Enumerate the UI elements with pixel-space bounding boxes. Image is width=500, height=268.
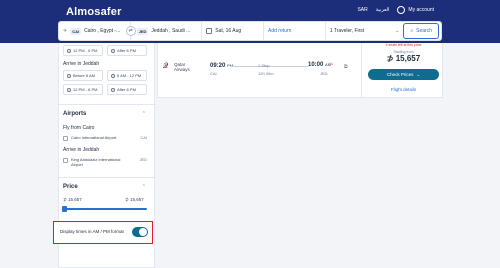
- plane-takeoff-icon: ✈: [63, 28, 68, 34]
- section-divider: [59, 104, 156, 105]
- calendar-icon: [206, 28, 213, 34]
- search-icon: ⌕: [410, 28, 414, 34]
- airport-code: JED: [139, 157, 147, 162]
- sun-icon: [67, 48, 71, 53]
- price-panel: 4 seats left at this price Starting from…: [361, 43, 444, 98]
- time-chip-label: 12 PM - 6 PM: [73, 87, 98, 92]
- moon-icon: [111, 48, 115, 53]
- currency-selector[interactable]: SAR: [357, 7, 367, 13]
- chevron-up-icon[interactable]: ⌃: [142, 184, 146, 190]
- airports-heading: Airports: [63, 111, 87, 117]
- arrive-time-chip[interactable]: 6 AM - 12 PM: [107, 70, 147, 81]
- departure-date-field[interactable]: Sat, 16 Aug: [202, 22, 264, 40]
- moon-icon: [111, 87, 115, 92]
- time-chip-label: Before 6 AM: [73, 73, 96, 78]
- luggage-icon: ⧉: [344, 64, 348, 70]
- time-chip-label: After 6 PM: [117, 48, 136, 53]
- origin-field[interactable]: ✈ CAI Cairo , Egypt -...: [59, 22, 131, 40]
- flight-duration: 12h 40m: [258, 71, 274, 76]
- ampm-toggle-switch[interactable]: [132, 227, 148, 237]
- section-divider: [59, 177, 156, 178]
- departure-time-value: 09:20: [210, 63, 226, 69]
- arrive-in-label: Arrive in Jeddah: [63, 147, 100, 153]
- arrive-time-chip[interactable]: Before 6 AM: [63, 70, 103, 81]
- origin-code: CAI: [70, 27, 82, 35]
- time-chip-label: 6 AM - 12 PM: [117, 73, 142, 78]
- fly-from-label: Fly from Cairo: [63, 125, 95, 131]
- almosafer-logo[interactable]: Almosafer: [66, 6, 122, 18]
- destination-field[interactable]: JED Jeddah , Saudi ...: [131, 22, 203, 40]
- arrival-time: 10:00 AM: [308, 62, 331, 68]
- arrive-times-row-1: Before 6 AM 6 AM - 12 PM: [63, 70, 147, 81]
- price-heading: Price: [63, 184, 78, 190]
- depart-times-row: 12 PM - 6 PM After 6 PM: [63, 45, 147, 56]
- arrive-time-chip[interactable]: 12 PM - 6 PM: [63, 84, 103, 95]
- airport-code: CAI: [140, 135, 147, 140]
- chevron-down-icon: ⌄: [395, 28, 400, 34]
- flight-details-link[interactable]: Flight details: [362, 87, 445, 92]
- account-button[interactable]: My account: [397, 6, 434, 14]
- airline-info: 𝓠 Qatar Airways: [163, 62, 194, 72]
- ampm-toggle-label: Display times in AM / PM format: [60, 229, 124, 234]
- arrive-times-row-2: 12 PM - 6 PM After 6 PM: [63, 84, 147, 95]
- flight-price: ⊅ 15,657: [386, 54, 421, 63]
- price-max: ⊅ 15,657: [125, 197, 144, 202]
- ampm-toggle-highlight: Display times in AM / PM format: [53, 221, 153, 244]
- sun-icon: [111, 73, 115, 78]
- sun-icon: [67, 87, 71, 92]
- swap-icon[interactable]: ⇄: [125, 26, 136, 36]
- flight-search-bar: ✈ CAI Cairo , Egypt -... ⇄ JED Jeddah , …: [58, 21, 442, 41]
- toggle-knob: [139, 228, 147, 236]
- user-icon: [397, 6, 406, 14]
- depart-time-chip[interactable]: 12 PM - 6 PM: [63, 45, 103, 56]
- travelers-field[interactable]: 1 Traveler, First ⌄: [326, 22, 404, 40]
- language-switch[interactable]: العربية: [376, 7, 390, 13]
- airline-name: Qatar Airways: [174, 62, 190, 72]
- departure-date: Sat, 16 Aug: [215, 28, 242, 34]
- search-button-label: Search: [416, 28, 432, 34]
- destination-text: Jeddah , Saudi ...: [151, 28, 191, 34]
- check-prices-label: Check Prices: [386, 72, 414, 77]
- arrive-heading: Arrive in Jeddah: [63, 61, 100, 67]
- depart-time-chip[interactable]: After 6 PM: [107, 45, 147, 56]
- flight-result-card: 𝓠 Qatar Airways 09:20 PM CAI 1 Stop 12h …: [157, 43, 443, 98]
- next-day-indicator: +1: [329, 62, 333, 66]
- travelers-text: 1 Traveler, First: [329, 28, 365, 34]
- stops-count: 1 Stop: [258, 63, 270, 68]
- arrival-airport-code: JED: [320, 71, 328, 76]
- sunrise-icon: [67, 73, 71, 78]
- return-date-field[interactable]: Add return: [264, 22, 326, 40]
- arrival-time-value: 10:00: [308, 62, 324, 68]
- from-airport-option[interactable]: Cairo International Airport CAI: [63, 135, 147, 141]
- search-button[interactable]: ⌕ Search: [403, 23, 439, 39]
- check-prices-button[interactable]: Check Prices ⌄: [368, 69, 439, 80]
- account-label: My account: [408, 7, 434, 13]
- chevron-up-icon[interactable]: ⌃: [142, 111, 146, 117]
- price-slider-track[interactable]: [63, 208, 147, 210]
- arrive-time-chip[interactable]: After 6 PM: [107, 84, 147, 95]
- departure-airport-code: CAI: [210, 71, 217, 76]
- time-chip-label: 12 PM - 6 PM: [73, 48, 98, 53]
- seats-left-notice: 4 seats left at this price: [385, 43, 422, 47]
- chevron-down-icon: ⌄: [416, 71, 421, 77]
- qatar-airways-logo-icon: 𝓠: [163, 63, 169, 70]
- origin-text: Cairo , Egypt -...: [84, 28, 121, 34]
- checkbox[interactable]: [63, 135, 68, 141]
- airport-name: Cairo International Airport: [71, 135, 117, 140]
- header-actions: SAR العربية My account: [357, 6, 434, 14]
- time-chip-label: After 6 PM: [117, 87, 136, 92]
- airport-name: King Abdulaziz International Airport: [71, 157, 121, 167]
- destination-code: JED: [136, 27, 149, 35]
- to-airport-option[interactable]: King Abdulaziz International Airport JED: [63, 157, 147, 167]
- price-slider-handle[interactable]: [62, 206, 67, 212]
- checkbox[interactable]: [63, 157, 68, 163]
- price-min: ⊅ 15,657: [63, 197, 82, 202]
- add-return-link[interactable]: Add return: [268, 28, 291, 34]
